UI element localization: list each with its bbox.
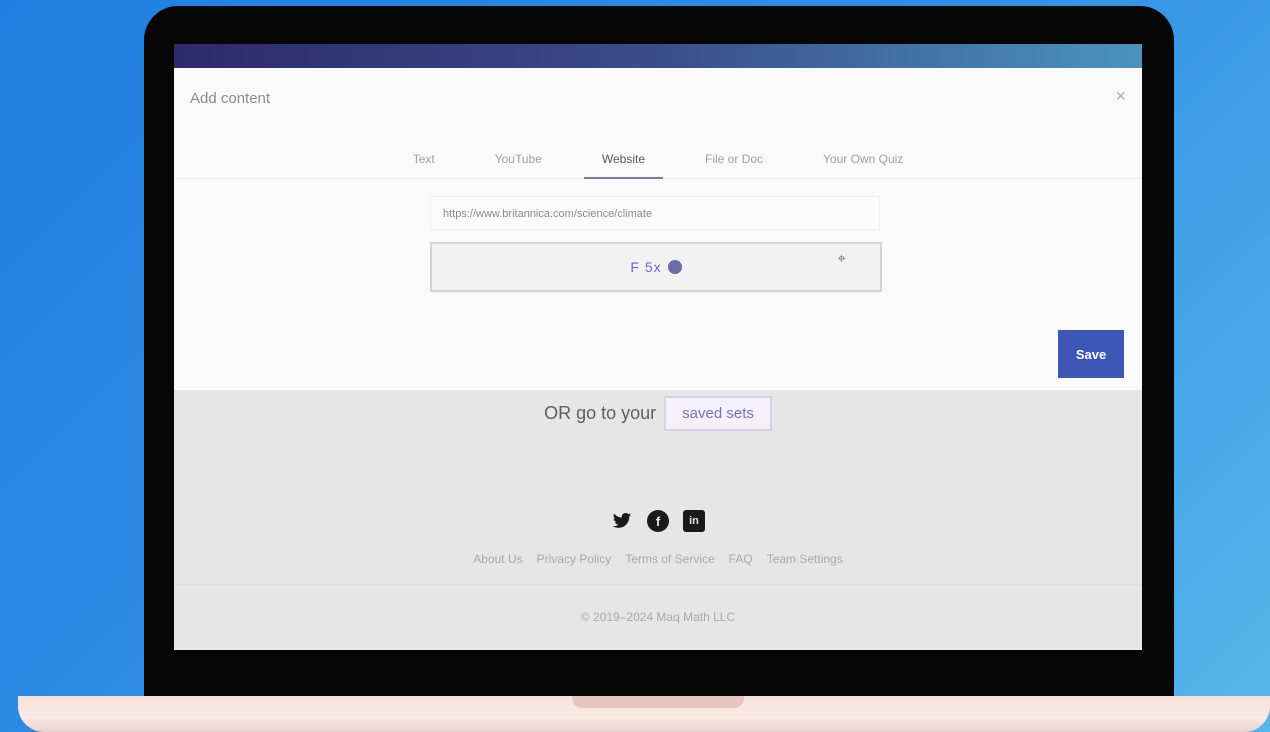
- tab-youtube[interactable]: YouTube: [487, 148, 550, 178]
- website-preview-box[interactable]: F 5x ⌖: [430, 242, 882, 292]
- footer-link-terms[interactable]: Terms of Service: [625, 552, 714, 566]
- linkedin-icon[interactable]: in: [683, 510, 705, 532]
- website-url-input[interactable]: https://www.britannica.com/science/clima…: [430, 196, 880, 230]
- laptop-notch: [572, 696, 744, 708]
- preview-text: F 5x: [630, 259, 662, 275]
- footer-link-faq[interactable]: FAQ: [729, 552, 753, 566]
- saved-sets-row: OR go to your saved sets: [174, 396, 1142, 431]
- footer-link-team-settings[interactable]: Team Settings: [767, 552, 843, 566]
- or-go-to-text: OR go to your: [544, 403, 657, 423]
- facebook-icon[interactable]: f: [647, 510, 669, 532]
- app-screen: Add content × Text YouTube Website File …: [174, 44, 1142, 650]
- app-topbar: [174, 44, 1142, 68]
- footer-link-privacy[interactable]: Privacy Policy: [537, 552, 612, 566]
- preview-globe-icon: [667, 260, 682, 274]
- saved-sets-button[interactable]: saved sets: [664, 396, 772, 431]
- footer-link-about[interactable]: About Us: [473, 552, 522, 566]
- social-links: f in: [174, 510, 1142, 532]
- tab-website[interactable]: Website: [583, 148, 664, 179]
- add-content-modal: Add content × Text YouTube Website File …: [174, 68, 1142, 390]
- tab-file-or-doc[interactable]: File or Doc: [697, 148, 771, 178]
- content-tabs: Text YouTube Website File or Doc Your Ow…: [174, 148, 1142, 179]
- footer-divider: [174, 584, 1142, 585]
- footer-links: About Us Privacy Policy Terms of Service…: [174, 552, 1142, 566]
- tab-your-own-quiz[interactable]: Your Own Quiz: [815, 148, 911, 178]
- twitter-icon[interactable]: [611, 510, 633, 532]
- mouse-cursor-icon: ⌖: [837, 250, 846, 267]
- save-button[interactable]: Save: [1058, 330, 1124, 378]
- modal-title: Add content: [190, 90, 271, 107]
- copyright-text: © 2019–2024 Maq Math LLC: [580, 610, 736, 624]
- close-icon[interactable]: ×: [1115, 86, 1126, 107]
- tab-text[interactable]: Text: [405, 148, 443, 178]
